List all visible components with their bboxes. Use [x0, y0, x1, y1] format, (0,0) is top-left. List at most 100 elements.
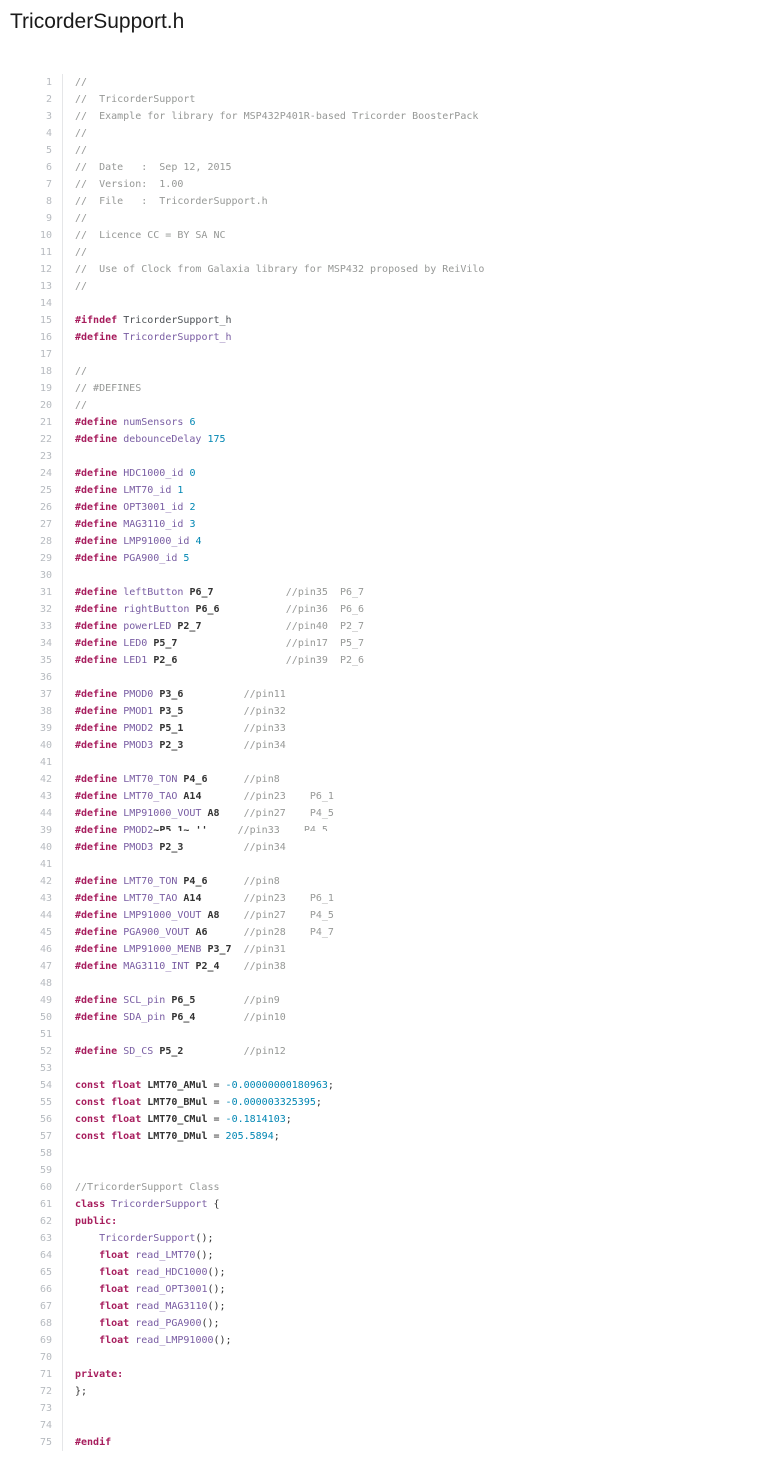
code-token: // File : TricorderSupport.h	[75, 196, 268, 207]
code-token: //	[75, 281, 87, 292]
code-line: 54const float LMT70_AMul = -0.0000000018…	[0, 1077, 772, 1094]
code-text: const float LMT70_CMul = -0.1814103;	[63, 1111, 292, 1128]
code-text: #define TricorderSupport_h	[63, 329, 232, 346]
code-text: #define powerLED P2_7 //pin40 P2_7	[63, 618, 364, 635]
code-token: SD_CS	[123, 1046, 153, 1057]
code-token	[201, 791, 243, 802]
line-number: 27	[0, 516, 63, 533]
code-token: LMT70_id	[123, 485, 171, 496]
code-token: leftButton	[123, 587, 183, 598]
code-text: #define PGA900_VOUT A6 //pin28 P4_7	[63, 924, 334, 941]
code-token: ;	[328, 1080, 334, 1091]
code-token	[75, 1301, 99, 1312]
code-text	[63, 669, 75, 686]
code-token: //	[75, 247, 87, 258]
code-line: 64 float read_LMT70();	[0, 1247, 772, 1264]
code-line: 12// Use of Clock from Galaxia library f…	[0, 261, 772, 278]
code-token: ;	[274, 1131, 280, 1142]
code-token: LMT70_TAO	[123, 893, 177, 904]
code-token: =	[207, 1080, 225, 1091]
code-token: ();	[207, 1284, 225, 1295]
code-line: 6// Date : Sep 12, 2015	[0, 159, 772, 176]
code-text: #define LED1 P2_6 //pin39 P2_6	[63, 652, 364, 669]
code-line: 26#define OPT3001_id 2	[0, 499, 772, 516]
code-token	[183, 706, 243, 717]
line-number: 72	[0, 1383, 63, 1400]
code-token: //	[75, 128, 87, 139]
code-text: float read_OPT3001();	[63, 1281, 226, 1298]
code-token	[208, 927, 244, 938]
code-token: //	[75, 366, 87, 377]
code-token: ();	[207, 1301, 225, 1312]
code-token: LED0	[123, 638, 147, 649]
code-line: 10// Licence CC = BY SA NC	[0, 227, 772, 244]
code-line: 21#define numSensors 6	[0, 414, 772, 431]
code-line: 42#define LMT70_TON P4_6 //pin8	[0, 873, 772, 890]
code-line: 55const float LMT70_BMul = -0.0000033253…	[0, 1094, 772, 1111]
line-number: 61	[0, 1196, 63, 1213]
code-text: // Licence CC = BY SA NC	[63, 227, 226, 244]
code-token: P5_7	[153, 638, 177, 649]
code-line: 33#define powerLED P2_7 //pin40 P2_7	[0, 618, 772, 635]
code-line: 23	[0, 448, 772, 465]
line-number: 41	[0, 754, 63, 771]
code-token	[214, 587, 286, 598]
code-token	[201, 893, 243, 904]
code-token	[208, 876, 244, 887]
code-token	[177, 638, 285, 649]
code-line: 25#define LMT70_id 1	[0, 482, 772, 499]
code-token: LMP91000_VOUT	[123, 808, 201, 819]
code-line: 62public:	[0, 1213, 772, 1230]
code-text: // File : TricorderSupport.h	[63, 193, 268, 210]
code-line: 45#define PGA900_VOUT A6 //pin28 P4_7	[0, 924, 772, 941]
line-number: 43	[0, 788, 63, 805]
code-token: #define	[75, 536, 117, 547]
code-token	[177, 655, 285, 666]
line-number: 67	[0, 1298, 63, 1315]
code-token: ();	[201, 1318, 219, 1329]
code-token	[207, 825, 237, 836]
code-token: PGA900_VOUT	[123, 927, 189, 938]
code-text: // Use of Clock from Galaxia library for…	[63, 261, 484, 278]
code-token	[75, 1233, 99, 1244]
code-token: #ifndef	[75, 315, 117, 326]
code-token: -0.00000000180963	[226, 1080, 328, 1091]
code-token: P6_7	[189, 587, 213, 598]
line-number: 13	[0, 278, 63, 295]
code-text: //	[63, 363, 87, 380]
code-line: 37#define PMOD0 P3_6 //pin11	[0, 686, 772, 703]
code-text: #ifndef TricorderSupport_h	[63, 312, 232, 329]
code-text	[63, 1060, 75, 1077]
code-line: 58	[0, 1145, 772, 1162]
code-token: #define	[75, 995, 117, 1006]
code-line: 32#define rightButton P6_6 //pin36 P6_6	[0, 601, 772, 618]
code-token	[75, 1267, 99, 1278]
code-viewer: 1//2// TricorderSupport3// Example for l…	[0, 74, 772, 1451]
code-token: A6	[195, 927, 207, 938]
code-token: //pin34	[244, 740, 286, 751]
code-token: //pin17 P5_7	[286, 638, 364, 649]
code-line: 14	[0, 295, 772, 312]
code-token: LMT70_AMul	[147, 1080, 207, 1091]
line-number: 63	[0, 1230, 63, 1247]
code-line: 51	[0, 1026, 772, 1043]
code-token: #define	[75, 842, 117, 853]
line-number: 39	[0, 720, 63, 737]
code-token: 0	[189, 468, 195, 479]
code-token: P4_5	[304, 822, 328, 831]
code-token: #define	[75, 723, 117, 734]
code-token: 2	[189, 502, 195, 513]
line-number: 20	[0, 397, 63, 414]
code-token	[183, 689, 243, 700]
code-token: //pin33	[244, 723, 286, 734]
code-text	[63, 567, 75, 584]
code-token: //	[75, 145, 87, 156]
code-text: const float LMT70_DMul = 205.5894;	[63, 1128, 280, 1145]
code-text	[63, 1349, 75, 1366]
code-text: #define LMT70_id 1	[63, 482, 183, 499]
code-token: LED1	[123, 655, 147, 666]
code-line: 43#define LMT70_TAO A14 //pin23 P6_1	[0, 788, 772, 805]
code-line: 61class TricorderSupport {	[0, 1196, 772, 1213]
code-token: //pin27 P4_5	[244, 910, 334, 921]
code-text: #define LED0 P5_7 //pin17 P5_7	[63, 635, 364, 652]
